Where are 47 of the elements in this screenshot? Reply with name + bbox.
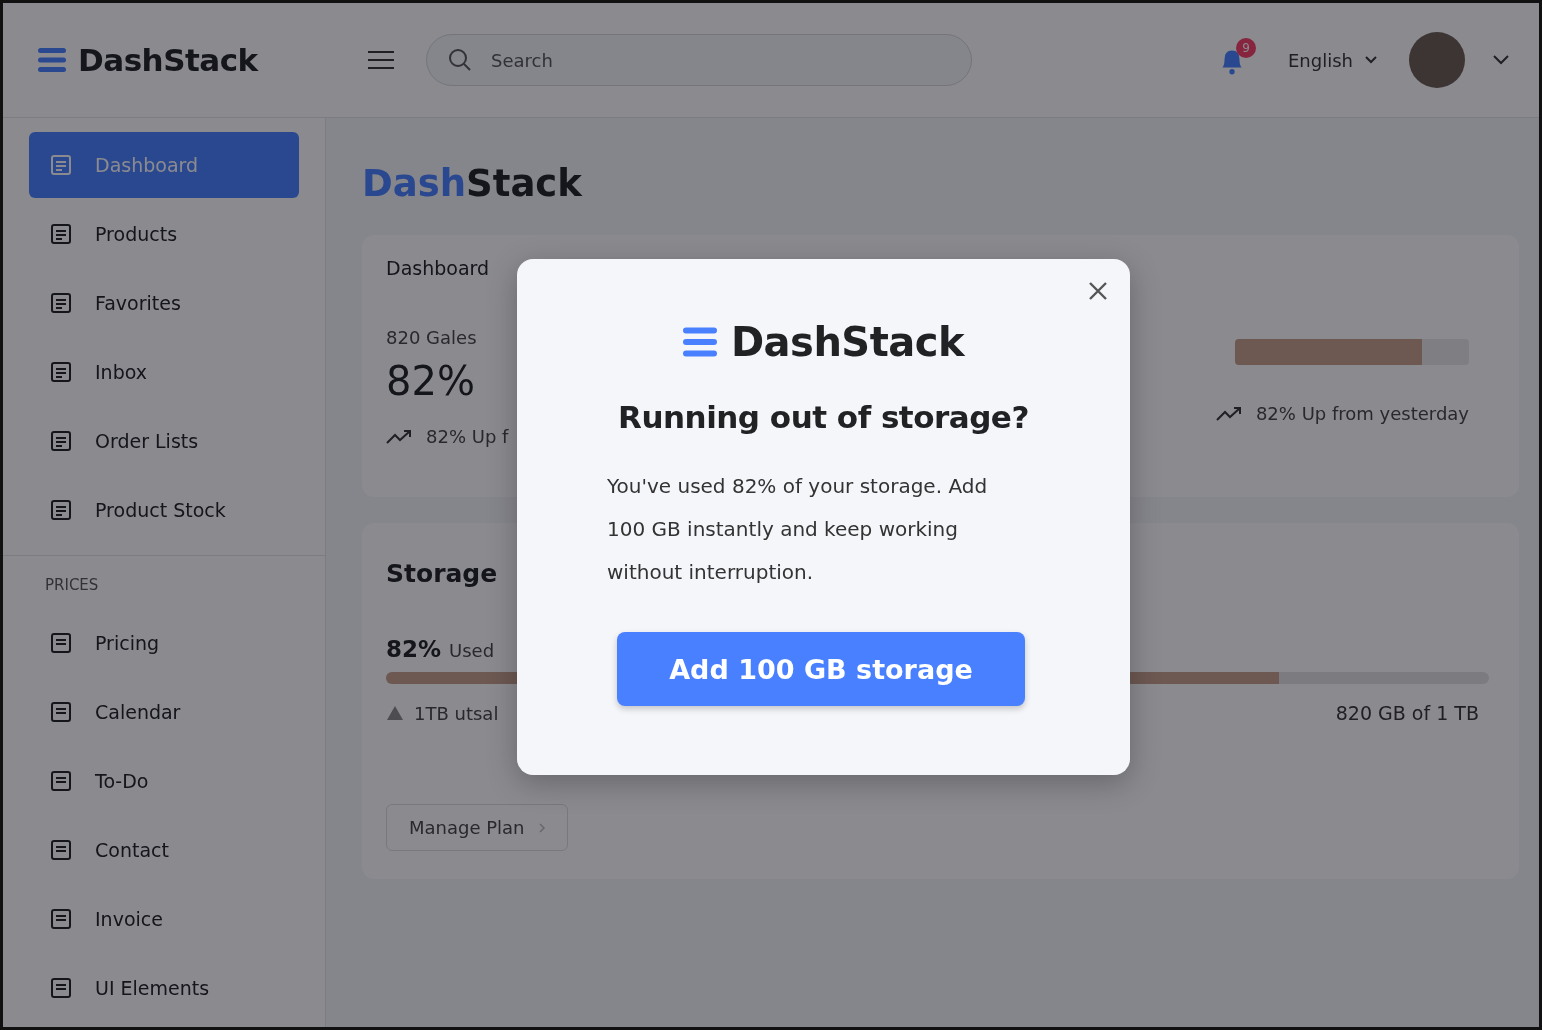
sidebar-item[interactable]: Invoice — [29, 886, 299, 952]
storage-label: Used — [449, 640, 495, 661]
sidebar-item[interactable]: Calendar — [29, 679, 299, 745]
stat-value: 82% — [386, 358, 476, 404]
avatar[interactable] — [1409, 32, 1465, 88]
dialog-message: You've used 82% of your storage. Add 100 GB instantly and keep working without interruption. — [607, 473, 989, 586]
sidebar-item[interactable]: UI Elements — [29, 955, 299, 1021]
menu-icon[interactable] — [368, 50, 394, 70]
search-field[interactable]: Search — [426, 34, 972, 86]
caret-icon[interactable] — [1493, 55, 1509, 65]
sidebar-item[interactable]: Product Stock — [29, 477, 299, 543]
trend-text: 82% Up f — [426, 426, 509, 447]
sidebar-item[interactable]: Order Lists — [29, 408, 299, 474]
add-storage-button[interactable]: Add 100 GB storage — [617, 632, 1025, 706]
caret-icon — [1365, 56, 1377, 64]
storage-note: 1TB utsal — [414, 702, 499, 724]
menu-bars-icon — [38, 48, 66, 72]
warning-triangle-icon — [386, 705, 404, 721]
list-icon — [49, 429, 73, 453]
list-icon — [49, 498, 73, 522]
trend-up-icon — [1215, 405, 1242, 422]
list-icon — [49, 631, 73, 655]
sidebar-item[interactable]: Favorites — [29, 270, 299, 336]
app-name: DashStack — [78, 42, 258, 78]
manage-plan-button[interactable]: Manage Plan — [386, 804, 568, 851]
page-title: DashStack — [362, 162, 583, 205]
sidebar-item[interactable]: Pricing — [29, 610, 299, 676]
card-title: Storage — [386, 559, 498, 588]
chevron-right-icon — [538, 822, 545, 833]
storage-total: 820 GB of 1 TB — [1335, 702, 1479, 724]
menu-bars-icon — [682, 325, 717, 359]
close-icon[interactable] — [1088, 281, 1108, 301]
section-heading: PRICES — [44, 575, 100, 596]
stat-caption: 820 Gales — [386, 327, 478, 348]
card-label: Dashboard — [386, 257, 491, 279]
trend-up-icon — [386, 428, 412, 445]
storage-percent: 82% — [386, 636, 442, 662]
sidebar-item[interactable]: Products — [29, 201, 299, 267]
sidebar-item[interactable]: Contact — [29, 817, 299, 883]
dialog-title: Running out of storage? — [617, 399, 1030, 435]
list-icon — [49, 222, 73, 246]
notification-badge: 9 — [1236, 38, 1256, 58]
sidebar-item[interactable]: To-Do — [29, 748, 299, 814]
language-dropdown[interactable]: English — [1288, 49, 1377, 71]
trend-text: 82% Up from yesterday — [1255, 403, 1469, 424]
dialog-logo-text: DashStack — [730, 319, 965, 365]
sidebar-item[interactable]: Inbox — [29, 339, 299, 405]
